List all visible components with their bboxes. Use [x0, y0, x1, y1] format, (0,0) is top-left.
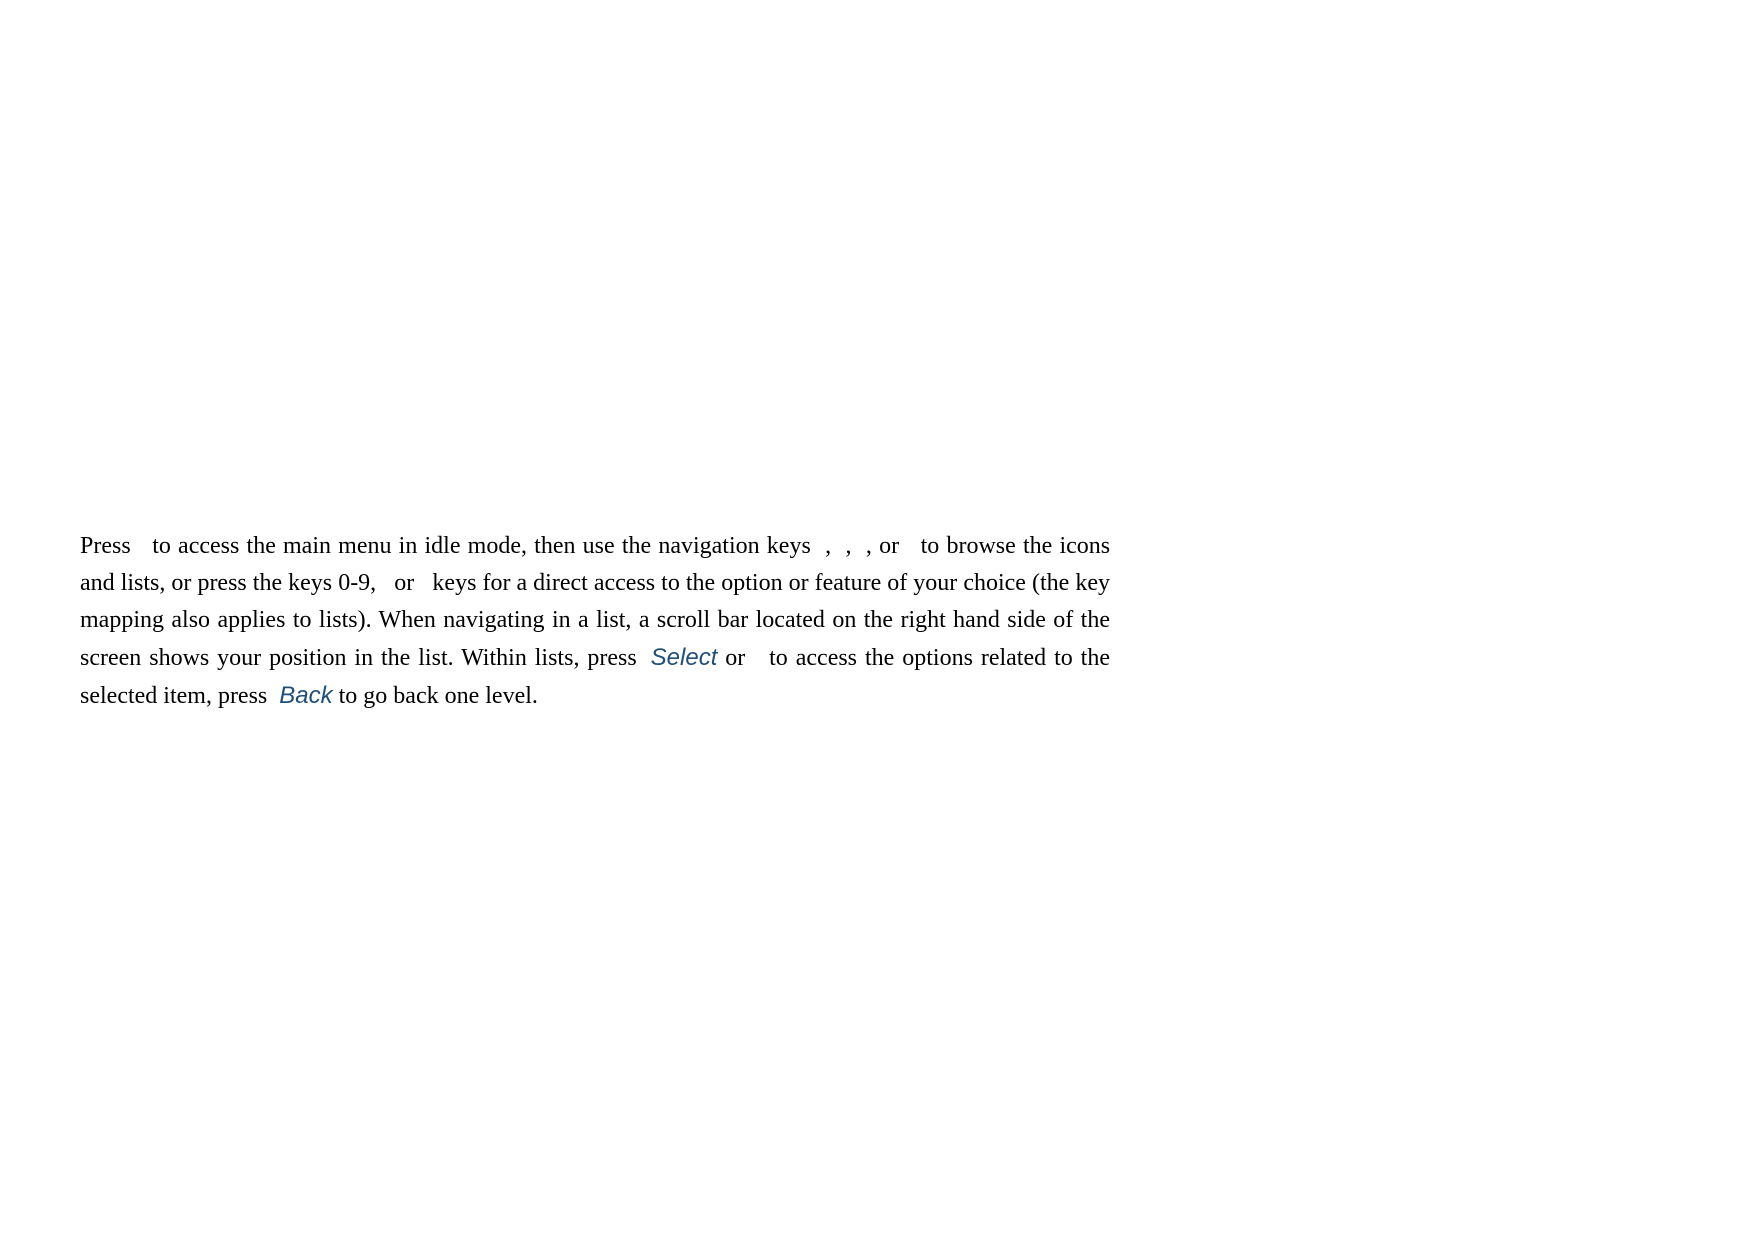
text-run: or	[717, 645, 753, 671]
text-run: Press	[80, 533, 138, 559]
body-paragraph: Press to access the main menu in idle mo…	[80, 528, 1110, 715]
text-run: , or	[866, 533, 906, 559]
text-run: to access the main menu in idle mode, th…	[145, 533, 818, 559]
text-run: ,	[846, 533, 859, 559]
text-run: ,	[825, 533, 838, 559]
text-run: or	[388, 570, 420, 596]
text-run: to go back one level.	[333, 683, 538, 709]
key-icon	[753, 645, 761, 671]
softkey-select-label: Select	[651, 644, 718, 671]
key-icon	[138, 533, 145, 559]
softkey-back-label: Back	[279, 682, 332, 709]
nav-key-icon	[859, 533, 866, 559]
nav-key-icon	[838, 533, 845, 559]
